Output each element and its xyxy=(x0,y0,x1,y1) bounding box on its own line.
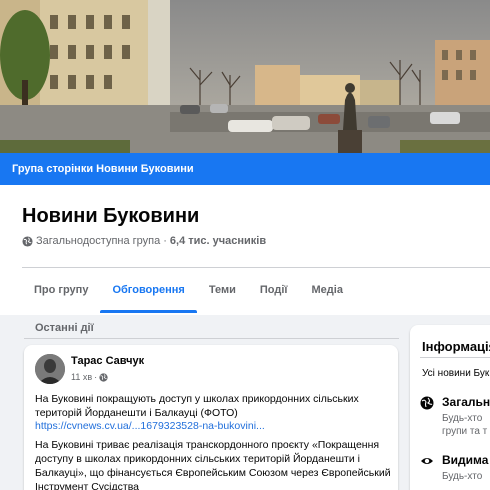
info-visible-heading: Видима xyxy=(442,453,489,467)
post-timestamp[interactable]: 11 хв xyxy=(71,372,92,382)
group-header: Новини Буковини Загальнодоступна група ·… xyxy=(0,185,490,315)
avatar[interactable] xyxy=(35,354,65,384)
info-public-sub-line1: Будь-хто xyxy=(442,413,483,424)
group-tabs: Про групу Обговорення Теми Події Медіа xyxy=(22,269,355,313)
post-card: Тарас Савчук 11 хв · На Буковині покращу… xyxy=(24,345,398,490)
info-divider xyxy=(420,357,490,358)
info-description: Усі новини Бук xyxy=(422,368,490,379)
info-public-sub-line2: групи та т xyxy=(442,426,488,437)
group-members[interactable]: 6,4 тис. учасників xyxy=(170,235,266,247)
recent-activity-label[interactable]: Останні дії xyxy=(35,322,94,334)
recent-divider xyxy=(24,338,399,339)
tab-topics[interactable]: Теми xyxy=(197,269,248,313)
globe-icon xyxy=(22,235,33,247)
banner-label[interactable]: Група сторінки Новини Буковини xyxy=(12,163,194,175)
info-title: Інформація xyxy=(422,339,490,354)
info-public-sub: Будь-хто групи та т xyxy=(442,412,487,438)
cover-photo xyxy=(0,0,490,155)
tab-discussion[interactable]: Обговорення xyxy=(100,269,198,313)
globe-icon xyxy=(420,396,434,410)
tab-media[interactable]: Медіа xyxy=(300,269,355,313)
info-visible-sub: Будь-хто xyxy=(442,471,483,482)
post-text-headline: На Буковині покращують доступ у школах п… xyxy=(35,393,359,419)
post-time-separator: · xyxy=(94,372,98,382)
group-meta: Загальнодоступна група · 6,4 тис. учасни… xyxy=(22,235,266,247)
globe-icon xyxy=(99,372,108,382)
tab-about[interactable]: Про групу xyxy=(22,269,100,313)
post-text-body: На Буковині триває реалізація транскордо… xyxy=(35,439,391,490)
group-privacy: Загальнодоступна група xyxy=(36,235,161,247)
meta-separator: · xyxy=(163,235,167,247)
eye-icon xyxy=(421,458,433,464)
group-title[interactable]: Новини Буковини xyxy=(22,205,199,228)
post-time: 11 хв · xyxy=(71,372,108,382)
post-author[interactable]: Тарас Савчук xyxy=(71,355,144,367)
info-public-heading: Загальн xyxy=(442,395,490,409)
info-card: Інформація Усі новини Бук Загальн Будь-х… xyxy=(410,325,490,490)
tab-events[interactable]: Події xyxy=(248,269,300,313)
group-page-banner[interactable]: Група сторінки Новини Буковини xyxy=(0,153,490,185)
post-link[interactable]: https://cvnews.cv.ua/...1679323528-na-bu… xyxy=(35,420,395,432)
header-divider xyxy=(22,267,490,268)
